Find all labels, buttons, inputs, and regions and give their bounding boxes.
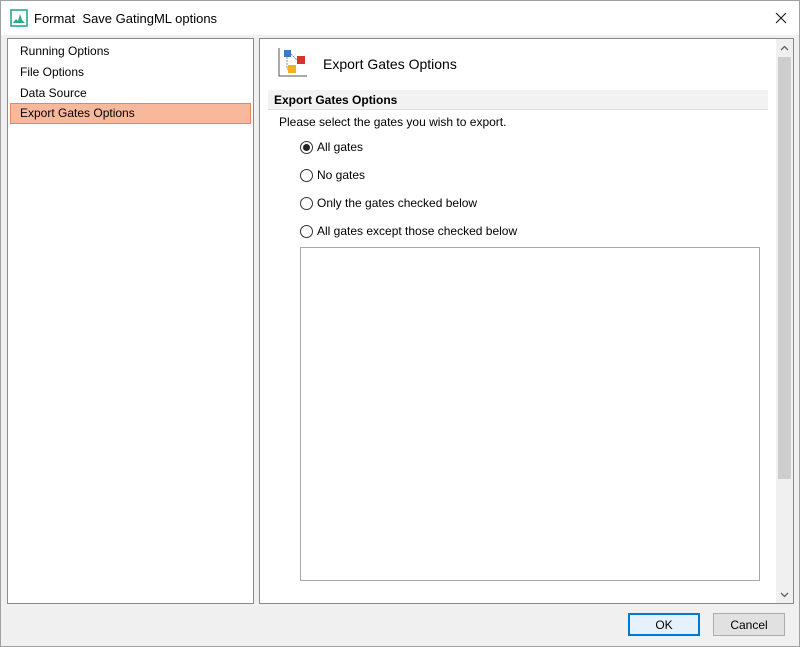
dialog-window: Format Save GatingML options Running Opt… (0, 0, 800, 647)
close-icon (775, 12, 787, 24)
nav-item-label: Running Options (20, 44, 110, 58)
radio-label: Only the gates checked below (317, 196, 478, 210)
nav-item-data-source[interactable]: Data Source (10, 83, 251, 104)
radio-all-except-checked[interactable]: All gates except those checked below (300, 222, 517, 240)
instruction-text: Please select the gates you wish to expo… (279, 115, 507, 129)
nav-item-file-options[interactable]: File Options (10, 62, 251, 83)
gates-export-icon (278, 48, 307, 77)
nav-item-running-options[interactable]: Running Options (10, 41, 251, 62)
scroll-up-button[interactable] (776, 39, 793, 56)
scroll-down-button[interactable] (776, 586, 793, 603)
section-header: Export Gates Options (268, 90, 768, 110)
nav-item-label: File Options (20, 65, 85, 79)
radio-no-gates[interactable]: No gates (300, 166, 365, 184)
content-panel: Export Gates Options Export Gates Option… (259, 38, 794, 604)
radio-unchecked-icon (300, 224, 313, 238)
close-button[interactable] (767, 5, 795, 31)
nav-item-label: Export Gates Options (20, 106, 135, 120)
radio-only-checked-gates[interactable]: Only the gates checked below (300, 194, 477, 212)
chart-icon (10, 9, 28, 27)
ok-button[interactable]: OK (628, 613, 700, 636)
gates-checklist[interactable] (300, 247, 760, 581)
radio-checked-icon (300, 140, 313, 154)
radio-all-gates[interactable]: All gates (300, 138, 363, 156)
radio-label: All gates except those checked below (317, 224, 518, 238)
title-bar[interactable]: Format Save GatingML options (1, 1, 799, 35)
scroll-thumb[interactable] (778, 57, 791, 479)
radio-unchecked-icon (300, 168, 313, 182)
radio-unchecked-icon (300, 196, 313, 210)
nav-item-export-gates-options[interactable]: Export Gates Options (10, 103, 251, 124)
nav-item-label: Data Source (20, 86, 87, 100)
vertical-scrollbar[interactable] (776, 39, 793, 603)
chevron-up-icon (780, 45, 789, 50)
options-nav-panel: Running Options File Options Data Source… (7, 38, 254, 604)
radio-label: No gates (317, 168, 366, 182)
cancel-button[interactable]: Cancel (713, 613, 785, 636)
radio-label: All gates (317, 140, 364, 154)
chevron-down-icon (780, 592, 789, 597)
window-title: Format Save GatingML options (34, 11, 218, 26)
page-title: Export Gates Options (323, 56, 457, 72)
